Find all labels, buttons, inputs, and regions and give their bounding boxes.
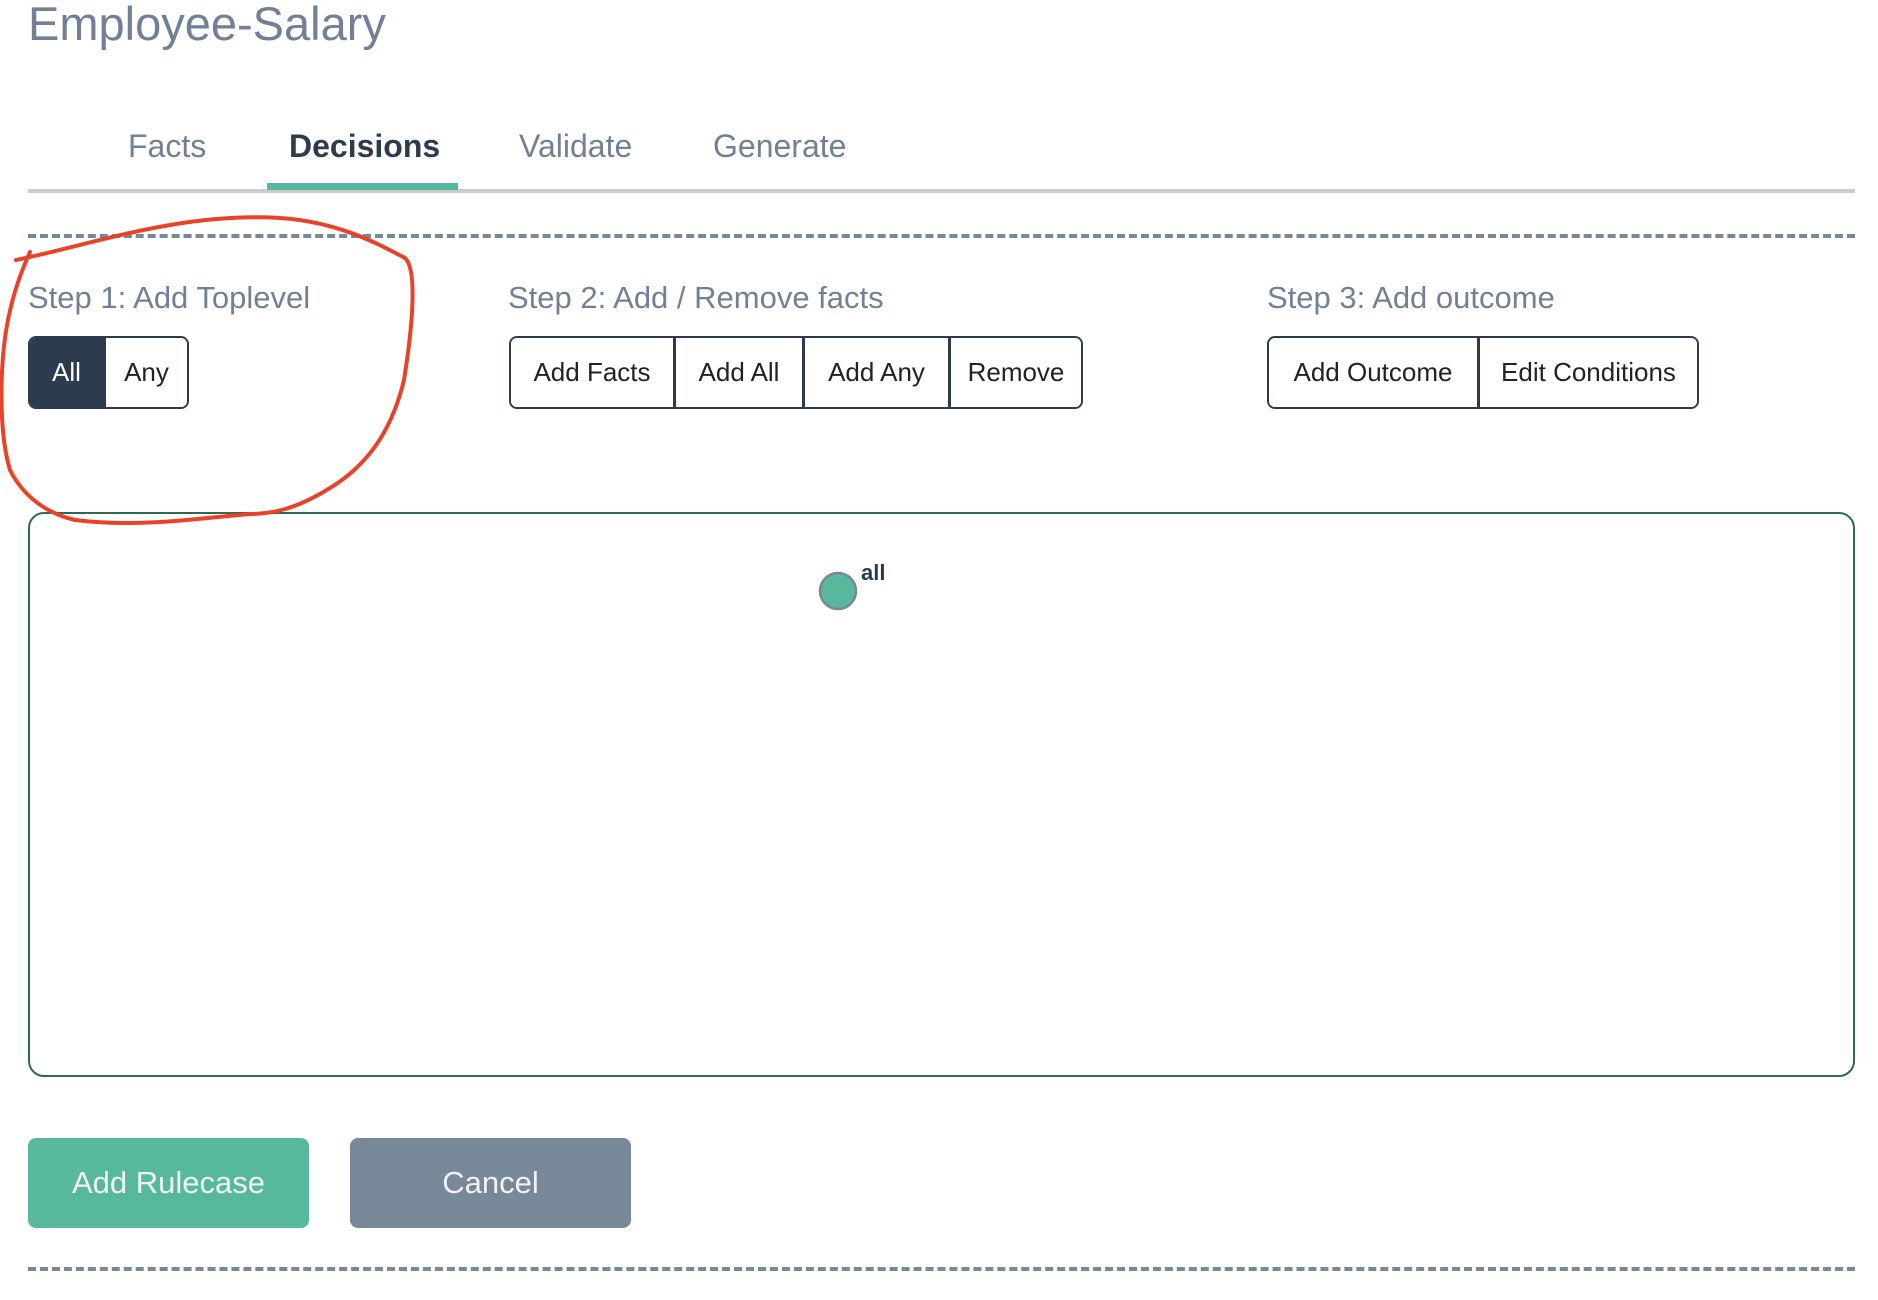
decision-graph-canvas[interactable]: all [28, 512, 1855, 1077]
cancel-button[interactable]: Cancel [350, 1138, 631, 1228]
tab-decisions[interactable]: Decisions [289, 124, 440, 168]
remove-button[interactable]: Remove [948, 338, 1081, 407]
outcome-button-group: Add Outcome Edit Conditions [1267, 336, 1699, 409]
tab-validate[interactable]: Validate [519, 124, 632, 168]
section-divider-bottom [28, 1267, 1855, 1271]
add-facts-button[interactable]: Add Facts [511, 338, 673, 407]
toplevel-toggle-group: All Any [28, 336, 189, 409]
graph-node-all[interactable] [818, 571, 858, 611]
add-outcome-button[interactable]: Add Outcome [1269, 338, 1477, 407]
step3-label: Step 3: Add outcome [1267, 280, 1555, 315]
add-any-button[interactable]: Add Any [802, 338, 948, 407]
step2-label: Step 2: Add / Remove facts [508, 280, 884, 315]
toplevel-all-button[interactable]: All [30, 338, 103, 407]
edit-conditions-button[interactable]: Edit Conditions [1477, 338, 1697, 407]
add-rulecase-button[interactable]: Add Rulecase [28, 1138, 309, 1228]
facts-button-group: Add Facts Add All Add Any Remove [509, 336, 1083, 409]
page-title: Employee-Salary [28, 0, 386, 50]
decision-graph-svg: all [818, 560, 885, 611]
step1-label: Step 1: Add Toplevel [28, 280, 311, 315]
active-tab-indicator [267, 183, 458, 190]
section-divider-top [28, 234, 1855, 238]
tab-facts[interactable]: Facts [128, 124, 206, 168]
graph-node-label: all [861, 560, 885, 585]
tab-generate[interactable]: Generate [713, 124, 846, 168]
add-all-button[interactable]: Add All [673, 338, 802, 407]
toplevel-any-button[interactable]: Any [103, 338, 187, 407]
